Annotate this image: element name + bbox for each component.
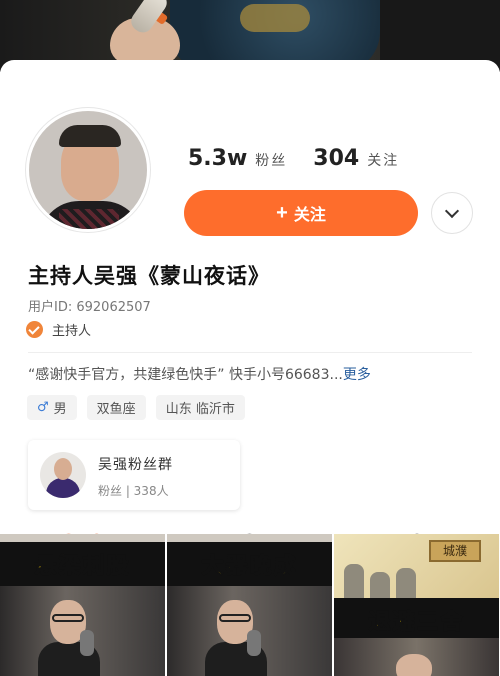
glasses-icon [219, 614, 251, 622]
fan-group-card[interactable]: 吴强粉丝群 粉丝 | 338人 [28, 440, 240, 510]
verified-badge-label: 主持人 [52, 324, 92, 339]
tag-zodiac-label: 双鱼座 [96, 402, 136, 417]
profile-name: 主持人吴强《蒙山夜话》 [28, 264, 270, 288]
bio: “感谢快手官方，共建绿色快手” 快手小号66683...更多 [28, 364, 371, 384]
follow-button[interactable]: + 关注 [184, 190, 418, 236]
video-thumbnail[interactable]: 城濮 退避三舍 [334, 534, 499, 676]
video-caption: 大器晚成 [201, 554, 298, 580]
tag-location-label: 山东 临沂市 [165, 402, 235, 417]
fan-group-members: 粉丝 | 338人 [98, 484, 169, 498]
video-caption: 悬梁刺股 [34, 554, 131, 580]
user-id: 用户ID: 692062507 [28, 300, 151, 315]
plus-icon: + [276, 201, 288, 224]
cover-embroidery [240, 4, 310, 32]
verified-badge: 主持人 [26, 320, 91, 339]
video-thumbnail[interactable]: 大器晚成 [167, 534, 332, 676]
microphone-icon [247, 630, 261, 656]
avatar-shirt-pattern [59, 209, 119, 229]
tag-gender: ♂ 男 [27, 395, 77, 420]
following-label[interactable]: 关注 [367, 150, 399, 170]
tag-gender-label: 男 [53, 402, 67, 417]
follow-stats: 5.3w 粉丝 304 关注 [188, 146, 399, 171]
chevron-down-icon [444, 203, 460, 219]
bio-more-link[interactable]: 更多 [343, 367, 371, 383]
more-options-button[interactable] [431, 192, 473, 234]
presenter-face [396, 654, 432, 676]
profile-tags: ♂ 男 双鱼座 山东 临沂市 [27, 395, 245, 420]
glasses-icon [52, 614, 84, 622]
tag-zodiac: 双鱼座 [86, 395, 146, 420]
following-count[interactable]: 304 [313, 146, 359, 171]
follow-button-label: 关注 [293, 207, 326, 224]
male-icon: ♂ [37, 400, 49, 415]
bio-text: “感谢快手官方，共建绿色快手” 快手小号66683... [28, 367, 343, 383]
avatar-hair [59, 125, 121, 147]
avatar[interactable] [26, 108, 150, 232]
fan-group-avatar-body [46, 478, 80, 498]
check-badge-icon [26, 321, 43, 338]
followers-count[interactable]: 5.3w [188, 146, 247, 171]
followers-label[interactable]: 粉丝 [255, 150, 287, 170]
tag-location: 山东 临沂市 [155, 395, 245, 420]
fan-group-avatar [40, 452, 86, 498]
video-thumbnail[interactable]: 悬梁刺股 [0, 534, 165, 676]
fan-group-name: 吴强粉丝群 [98, 457, 173, 473]
city-sign: 城濮 [429, 540, 481, 562]
video-grid: 悬梁刺股 大器晚成 城濮 退避三舍 [0, 534, 500, 676]
fan-group-avatar-face [54, 458, 72, 480]
microphone-icon [80, 630, 94, 656]
video-caption: 退避三舍 [368, 610, 465, 636]
divider [28, 352, 472, 353]
